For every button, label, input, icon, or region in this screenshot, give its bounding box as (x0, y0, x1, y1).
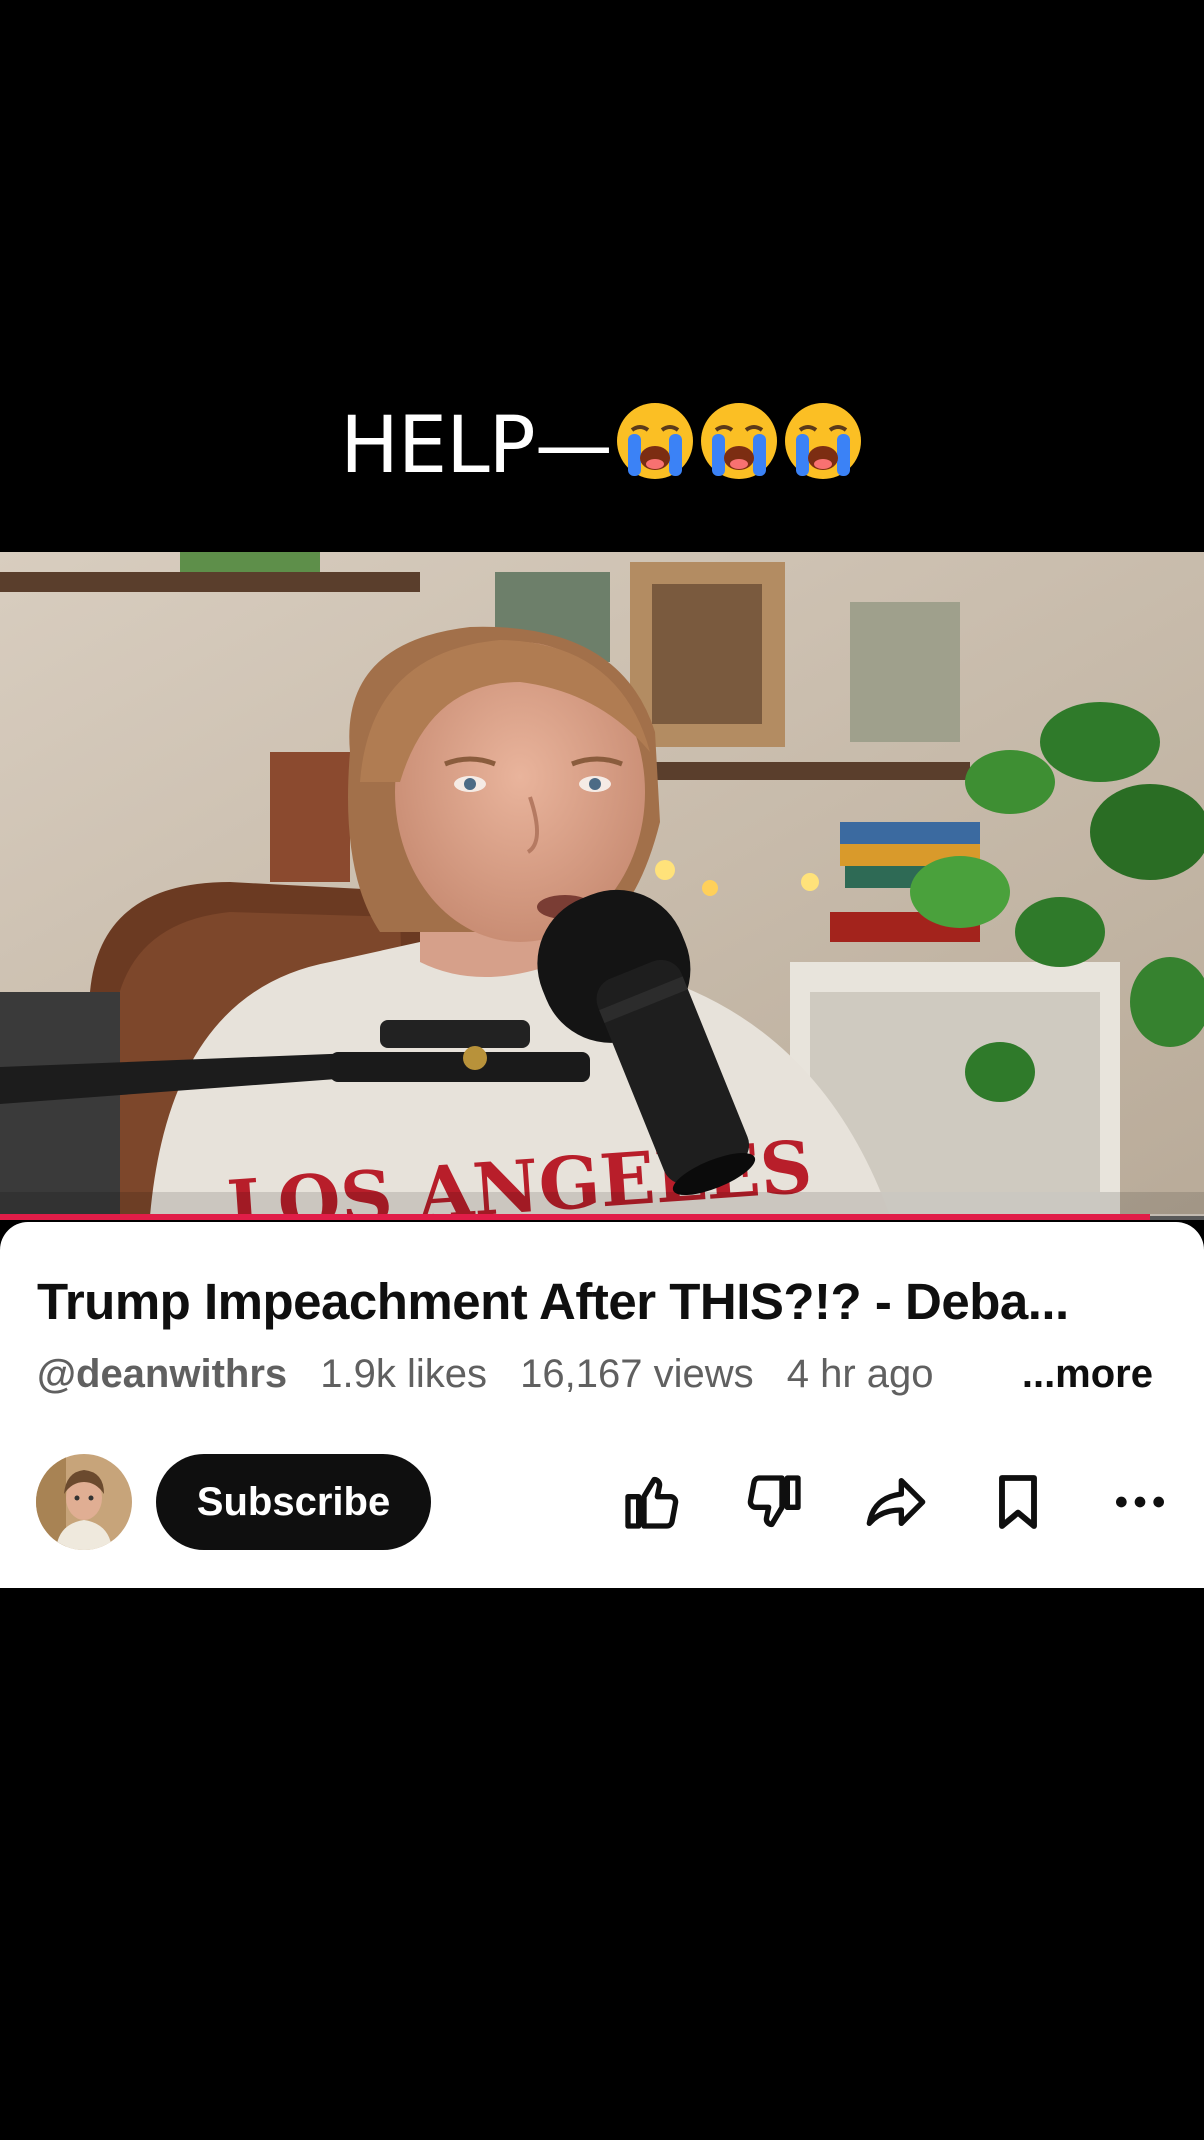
save-icon (999, 1475, 1037, 1529)
upload-age: 4 hr ago (786, 1352, 934, 1396)
thumb-down-icon (747, 1475, 801, 1528)
video-progress-bar[interactable] (0, 1214, 1204, 1220)
share-icon (866, 1478, 926, 1526)
channel-handle[interactable]: @deanwithrs (37, 1352, 287, 1396)
crying-face-icon (698, 400, 780, 501)
avatar-image (36, 1454, 132, 1550)
more-options-button[interactable] (1100, 1462, 1180, 1542)
video-progress-fill (0, 1214, 1150, 1220)
video-frame: LOS ANGELES (0, 552, 1204, 1216)
save-button[interactable] (978, 1462, 1058, 1542)
video-player[interactable]: LOS ANGELES (0, 552, 1204, 1216)
video-caption: HELP— (0, 400, 1204, 501)
more-options-icon (1116, 1496, 1164, 1508)
crying-face-icon (614, 400, 696, 501)
dislike-button[interactable] (734, 1462, 814, 1542)
more-description-link[interactable]: ...more (1009, 1352, 1153, 1397)
channel-avatar[interactable] (36, 1454, 132, 1550)
thumb-up-icon (625, 1476, 679, 1529)
video-info-panel: Trump Impeachment After THIS?!? - Deba..… (0, 1222, 1204, 1588)
views-count: 16,167 views (520, 1352, 754, 1396)
like-button[interactable] (612, 1462, 692, 1542)
crying-face-icon (782, 400, 864, 501)
video-title[interactable]: Trump Impeachment After THIS?!? - Deba..… (37, 1272, 1167, 1331)
subscribe-button[interactable]: Subscribe (156, 1454, 431, 1550)
video-metadata[interactable]: @deanwithrs 1.9k likes 16,167 views 4 hr… (37, 1352, 1177, 1397)
share-button[interactable] (856, 1462, 936, 1542)
likes-count: 1.9k likes (320, 1352, 488, 1396)
caption-text: HELP— (340, 400, 612, 491)
